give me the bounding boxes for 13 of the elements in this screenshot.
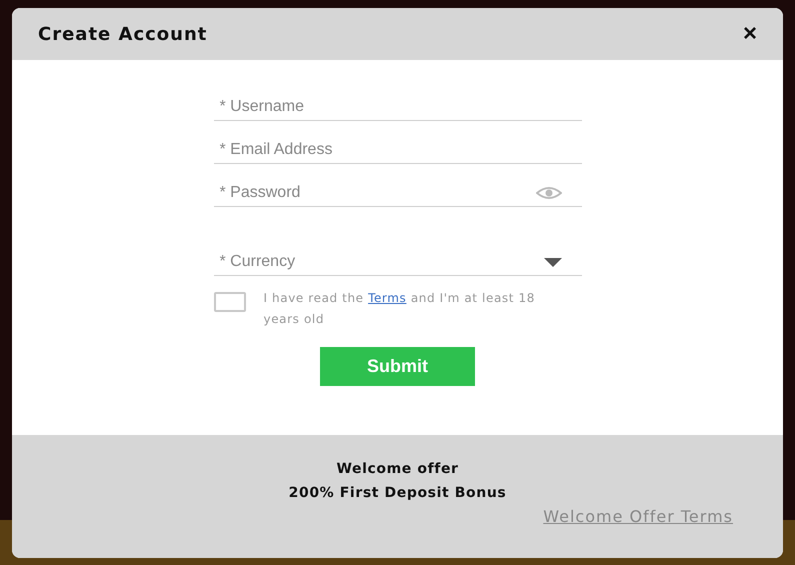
offer-bonus: 200% First Deposit Bonus — [288, 485, 506, 501]
caret-icon[interactable] — [544, 258, 562, 266]
terms-link[interactable]: Terms — [368, 291, 406, 305]
close-button[interactable]: × — [740, 22, 759, 46]
currency-select[interactable]: * Currency — [214, 253, 544, 271]
agree-checkbox[interactable] — [214, 292, 246, 312]
agreement-text: I have read the Terms and I'm at least 18 years old — [264, 290, 536, 328]
dialog-title: Create Account — [38, 24, 208, 44]
input-field[interactable]: * Password — [214, 184, 536, 202]
eye-icon[interactable] — [536, 186, 562, 200]
input-field[interactable]: * Email Address — [214, 141, 582, 159]
offer-heading: Welcome offer — [336, 461, 459, 477]
input-field[interactable]: * Username — [214, 98, 582, 116]
